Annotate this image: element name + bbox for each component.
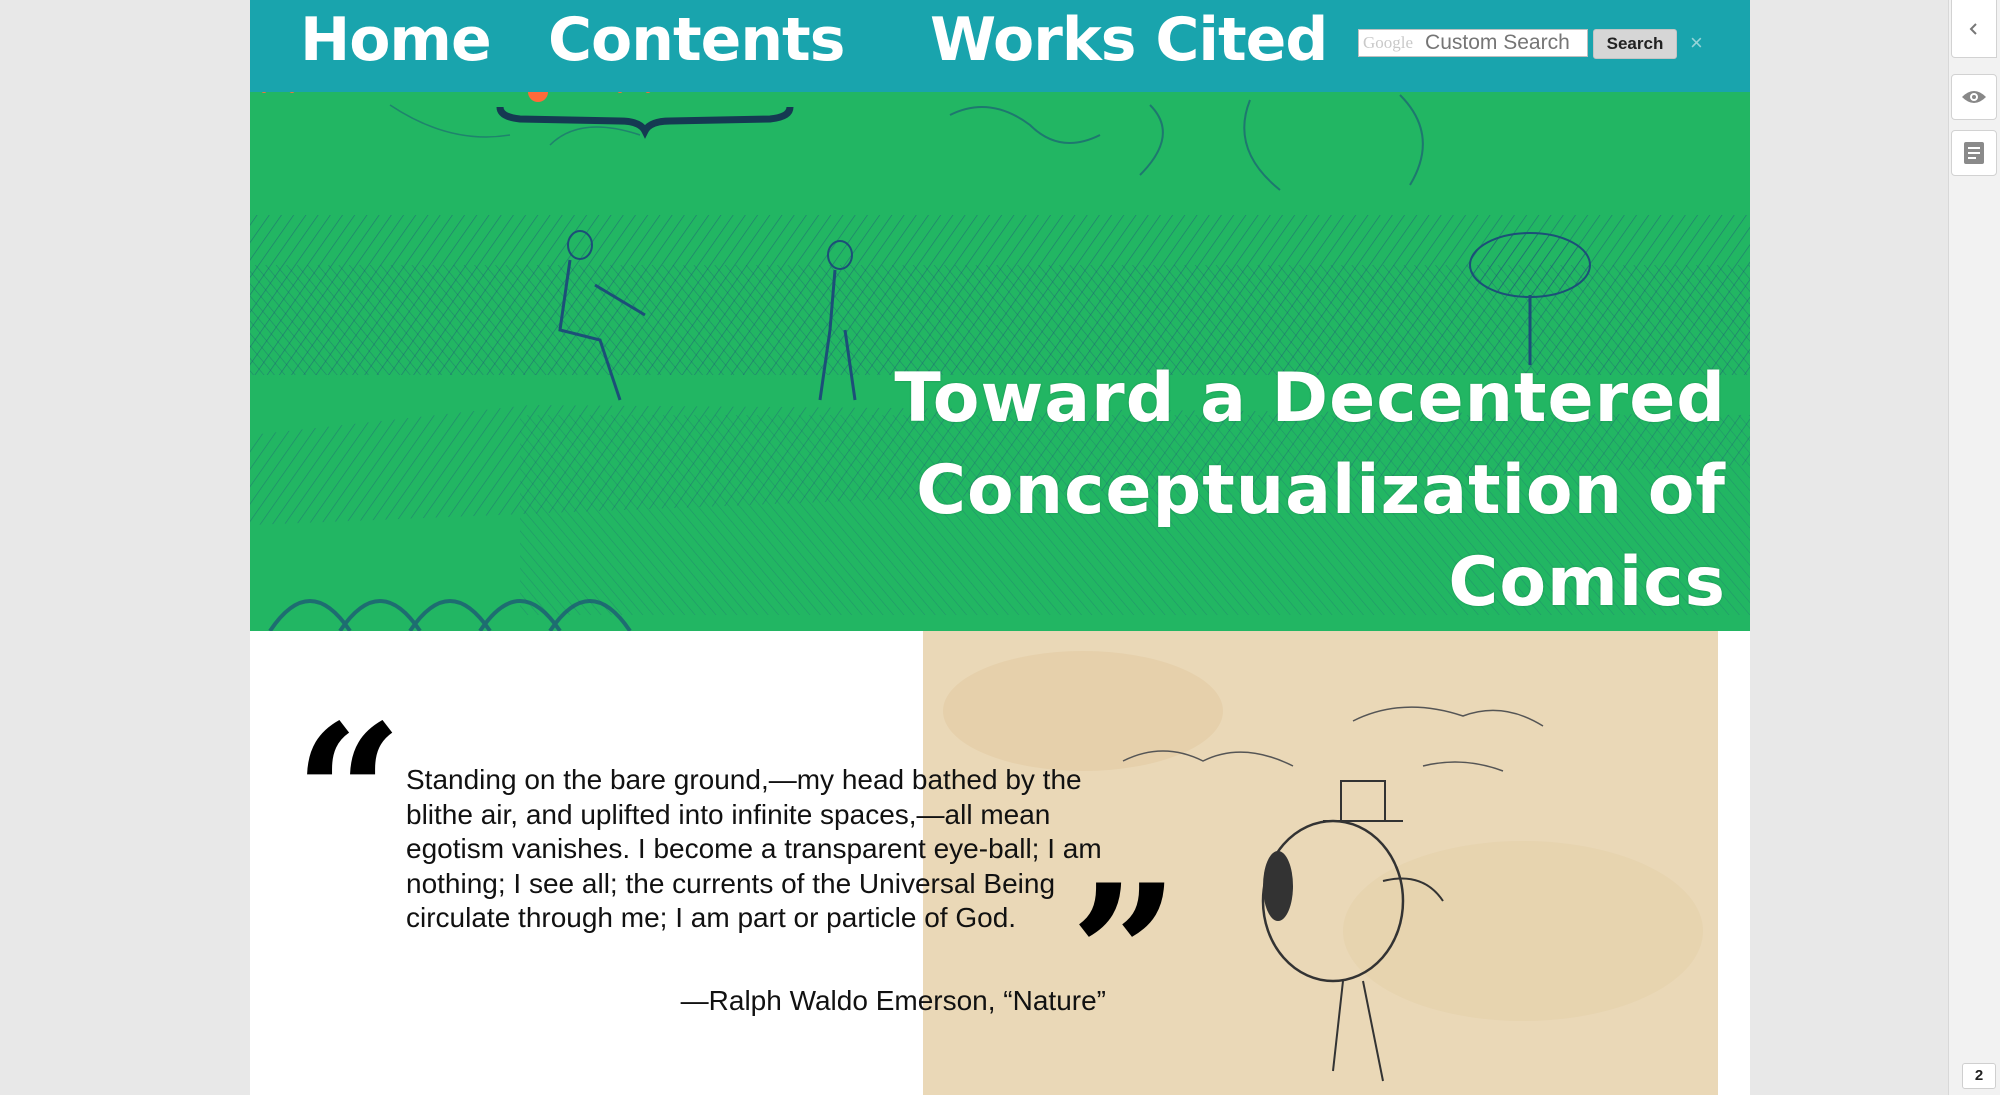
hero-banner: Toward a Decentered Conceptualization of…	[250, 85, 1750, 631]
top-nav: Home Contents Works Cited Google Search …	[250, 0, 1750, 92]
hero-title-line-3: Comics	[1448, 543, 1726, 622]
clear-search-icon[interactable]: ×	[1690, 28, 1703, 58]
quote-text: Standing on the bare ground,—my head bat…	[406, 764, 1102, 933]
nav-home-link[interactable]: Home	[300, 4, 492, 76]
collapse-panel-button[interactable]	[1951, 0, 1997, 58]
open-quote-mark: “	[294, 683, 404, 906]
close-quote-mark: ”	[1070, 843, 1180, 1066]
right-tool-rail	[1948, 0, 2000, 1095]
search-field[interactable]: Google	[1358, 29, 1588, 57]
page: Home Contents Works Cited Google Search …	[250, 0, 1750, 1095]
notes-icon	[1964, 142, 1984, 164]
search-button[interactable]: Search	[1593, 29, 1677, 59]
hero-title-line-2: Conceptualization of	[916, 451, 1726, 530]
google-brand-label: Google	[1363, 33, 1414, 52]
nav-works-cited-link[interactable]: Works Cited	[930, 4, 1328, 76]
page-count-badge: 2	[1962, 1063, 1996, 1089]
eye-icon	[1962, 91, 1986, 103]
view-button[interactable]	[1951, 74, 1997, 120]
notes-button[interactable]	[1951, 130, 1997, 176]
quote-attribution: —Ralph Waldo Emerson, “Nature”	[680, 985, 1106, 1016]
chevron-left-icon	[1969, 22, 1977, 35]
nav-contents-link[interactable]: Contents	[548, 4, 845, 76]
search-input[interactable]	[1425, 31, 1576, 55]
hero-title-line-1: Toward a Decentered	[894, 359, 1726, 438]
